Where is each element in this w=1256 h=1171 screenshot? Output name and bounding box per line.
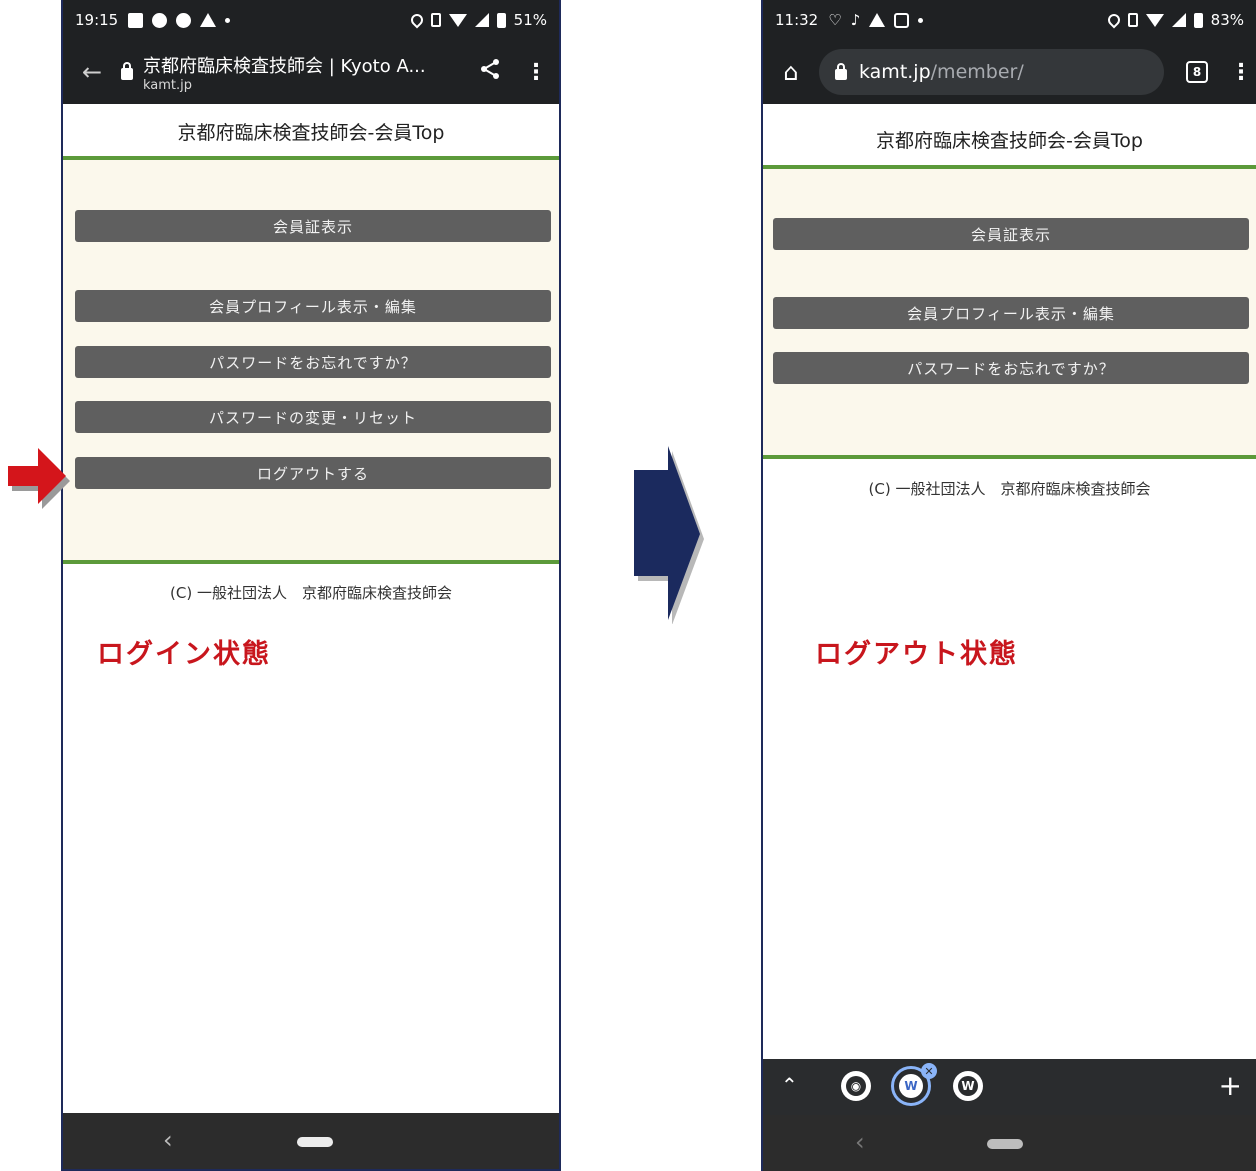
- battery-percent: 83%: [1210, 11, 1244, 29]
- red-pointer-arrow-icon: [8, 448, 70, 509]
- home-pill-icon[interactable]: [297, 1137, 333, 1147]
- browser-tab-strip: ⌃ ◉ W ✕ W +: [763, 1059, 1256, 1115]
- wifi-icon: [1145, 13, 1164, 27]
- nav-back-icon[interactable]: ‹: [163, 1126, 173, 1154]
- home-icon[interactable]: ⌂: [763, 58, 819, 86]
- signal-icon: [1171, 13, 1186, 27]
- heart-notification-icon: ♡: [828, 11, 842, 29]
- browser-toolbar: ⌂ kamt.jp/member/ 8 ⋮: [763, 40, 1256, 104]
- url-bar[interactable]: kamt.jp/member/: [819, 49, 1164, 95]
- warning-icon: [869, 13, 886, 27]
- status-time: 19:15: [75, 11, 119, 29]
- app-notification-icon-2: [176, 12, 192, 28]
- page-domain: kamt.jp: [143, 77, 193, 93]
- overflow-menu-icon[interactable]: ⋮: [513, 60, 559, 85]
- copyright-footer: (C) 一般社団法人 京都府臨床検査技師会: [868, 480, 1151, 498]
- new-tab-plus-icon[interactable]: +: [1219, 1069, 1242, 1102]
- site-header-title: 京都府臨床検査技師会-会員Top: [177, 122, 445, 144]
- footer-divider: [763, 455, 1256, 459]
- battery-icon: [1193, 12, 1203, 28]
- warning-icon: [200, 13, 217, 27]
- member-card-button[interactable]: 会員証表示: [773, 218, 1249, 250]
- logout-state-label: ログアウト状態: [815, 639, 1018, 670]
- share-icon[interactable]: [467, 58, 513, 86]
- location-icon: [1105, 11, 1123, 29]
- tab-favicon-wordpress-icon[interactable]: W: [953, 1071, 983, 1101]
- system-nav-bar: ‹: [763, 1115, 1256, 1171]
- wifi-icon: [448, 13, 467, 27]
- footer-divider: [63, 560, 559, 564]
- forgot-password-button[interactable]: パスワードをお忘れですか？: [773, 352, 1249, 384]
- change-password-button[interactable]: パスワードの変更・リセット: [75, 401, 551, 433]
- battery-icon: [496, 12, 506, 28]
- copyright-footer: (C) 一般社団法人 京都府臨床検査技師会: [170, 584, 452, 602]
- profile-edit-button[interactable]: 会員プロフィール表示・編集: [773, 297, 1249, 329]
- login-state-label: ログイン状態: [97, 639, 271, 670]
- transition-arrow-icon: [634, 446, 704, 624]
- tab-favicon-globe-icon[interactable]: ◉: [841, 1071, 871, 1101]
- logout-button[interactable]: ログアウトする: [75, 457, 551, 489]
- phone-right-screenshot: 11:32 ♡ ♪ 83% ⌂ kamt.jp/member/ 8 ⋮ 京都府臨…: [761, 0, 1256, 1171]
- vibrate-icon: [1127, 13, 1138, 27]
- member-card-button[interactable]: 会員証表示: [75, 210, 551, 242]
- battery-percent: 51%: [513, 11, 547, 29]
- url-host: kamt.jp: [859, 61, 931, 83]
- site-header-title: 京都府臨床検査技師会-会員Top: [876, 130, 1143, 152]
- app-notification-icon-2: [894, 12, 910, 28]
- image-notification-icon: [128, 12, 144, 28]
- forgot-password-button[interactable]: パスワードをお忘れですか？: [75, 346, 551, 378]
- lock-icon: [121, 62, 133, 80]
- chevron-up-icon[interactable]: ⌃: [781, 1073, 798, 1097]
- lock-icon: [835, 62, 847, 80]
- home-pill-icon[interactable]: [987, 1139, 1023, 1149]
- page-title: 京都府臨床検査技師会 | Kyoto A...: [143, 55, 426, 77]
- tab-switcher-button[interactable]: 8: [1186, 61, 1208, 83]
- overflow-menu-icon[interactable]: ⋮: [1226, 60, 1256, 85]
- app-notification-icon: [152, 12, 168, 28]
- url-path: /member/: [930, 61, 1024, 83]
- vibrate-icon: [430, 13, 441, 27]
- app-notification-icon: ♪: [850, 11, 861, 29]
- location-icon: [408, 11, 426, 29]
- close-tab-icon[interactable]: ✕: [921, 1063, 937, 1079]
- profile-edit-button[interactable]: 会員プロフィール表示・編集: [75, 290, 551, 322]
- signal-icon: [474, 13, 489, 27]
- status-bar: 11:32 ♡ ♪ 83%: [763, 0, 1256, 40]
- back-arrow-icon[interactable]: ←: [63, 58, 121, 86]
- phone-left-screenshot: 19:15 51% ← 京都府臨床検査技師会 | Kyoto A... kamt…: [61, 0, 561, 1171]
- status-bar: 19:15 51%: [63, 0, 559, 40]
- browser-toolbar: ← 京都府臨床検査技師会 | Kyoto A... kamt.jp ⋮: [63, 40, 559, 104]
- system-nav-bar: ‹: [63, 1113, 559, 1169]
- nav-back-icon[interactable]: ‹: [855, 1128, 865, 1156]
- more-notifications-dot-icon: [918, 17, 924, 23]
- more-notifications-dot-icon: [225, 17, 231, 23]
- status-time: 11:32: [775, 11, 819, 29]
